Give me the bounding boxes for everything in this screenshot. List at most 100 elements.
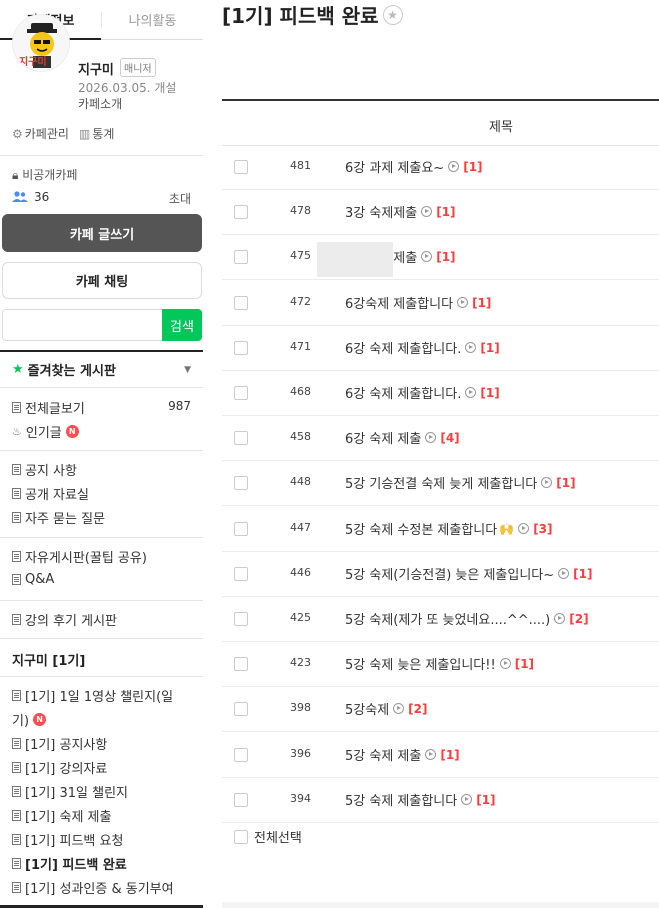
table-row[interactable]: 481 6강 과제 제출요~ [1]	[222, 145, 659, 190]
comment-count[interactable]: [1]	[436, 250, 455, 264]
menu-group-homework[interactable]: [1기] 숙제 제출	[12, 806, 111, 825]
menu-reviews[interactable]: 강의 후기 게시판	[12, 610, 117, 629]
table-row[interactable]: 4755강 숙제제출[1]	[222, 235, 659, 280]
post-title-link[interactable]: 5강숙제 [2]	[345, 699, 427, 719]
post-title-link[interactable]: 6강 과제 제출요~ [1]	[345, 157, 483, 177]
post-title[interactable]: 6강숙제 제출합니다	[345, 293, 453, 312]
table-row[interactable]: 425 5강 숙제(제가 또 늦었네요....^^....) [2]	[222, 597, 659, 642]
table-row[interactable]: 448 5강 기승전결 숙제 늦게 제출합니다 [1]	[222, 461, 659, 506]
comment-count[interactable]: [1]	[573, 567, 592, 581]
menu-group-31day[interactable]: [1기] 31일 챌린지	[12, 782, 128, 801]
row-checkbox[interactable]	[234, 296, 248, 310]
table-row[interactable]: 478 3강 숙제제출 [1]	[222, 190, 659, 235]
row-checkbox[interactable]	[234, 657, 248, 671]
menu-challenge-cont[interactable]: 기) N	[12, 710, 47, 729]
post-title-link[interactable]: 5강 숙제 제출합니다 [1]	[345, 790, 496, 810]
menu-group-notice[interactable]: [1기] 공지사항	[12, 734, 107, 753]
post-title-link[interactable]: 5강 숙제 늦은 제출입니다!! [1]	[345, 654, 534, 674]
post-title[interactable]: 5강 숙제 제출	[345, 745, 421, 764]
menu-popular[interactable]: ♨ 인기글 N	[12, 422, 79, 441]
post-title[interactable]: 6강 숙제 제출합니다.	[345, 338, 461, 357]
menu-free-board[interactable]: 자유게시판(꿀팁 공유)	[12, 547, 147, 566]
member-count[interactable]: 36	[12, 190, 49, 204]
write-post-button[interactable]: 카페 글쓰기	[2, 214, 202, 252]
table-row[interactable]: 447 5강 숙제 수정본 제출합니다 🙌 [3]	[222, 507, 659, 552]
profile-nickname[interactable]: 지구미	[78, 59, 114, 78]
post-title-link[interactable]: 5강 숙제 제출 [1]	[345, 745, 460, 765]
row-checkbox[interactable]	[234, 748, 248, 762]
table-row[interactable]: 423 5강 숙제 늦은 제출입니다!! [1]	[222, 642, 659, 687]
comment-count[interactable]: [1]	[515, 657, 534, 671]
menu-qna[interactable]: Q&A	[12, 572, 54, 587]
table-row[interactable]: 472 6강숙제 제출합니다 [1]	[222, 281, 659, 326]
row-checkbox[interactable]	[234, 160, 248, 174]
post-title-link[interactable]: 5강 숙제(기승전결) 늦은 제출입니다~ [1]	[345, 564, 592, 584]
cafe-intro-link[interactable]: 카페소개	[78, 95, 122, 112]
post-title[interactable]: 6강 숙제 제출합니다.	[345, 383, 461, 402]
menu-notice[interactable]: 공지 사항	[12, 460, 77, 479]
row-checkbox[interactable]	[234, 341, 248, 355]
comment-count[interactable]: [1]	[472, 296, 491, 310]
post-title-link[interactable]: 5강 기승전결 숙제 늦게 제출합니다 [1]	[345, 473, 576, 493]
row-checkbox[interactable]	[234, 522, 248, 536]
stats-link[interactable]: ▥ 통계	[79, 125, 114, 142]
favorites-header[interactable]: ★ 즐겨찾는 게시판 ▼	[0, 350, 203, 388]
post-title-link[interactable]: 3강 숙제제출 [1]	[345, 202, 456, 222]
post-title-link[interactable]: 6강 숙제 제출 [4]	[345, 428, 460, 448]
post-title[interactable]: 6강 과제 제출요~	[345, 157, 444, 176]
post-title[interactable]: 5강숙제	[345, 699, 389, 718]
comment-count[interactable]: [2]	[569, 612, 588, 626]
comment-count[interactable]: [1]	[440, 748, 459, 762]
row-checkbox[interactable]	[234, 567, 248, 581]
tab-my-activity[interactable]: 나의활동	[102, 0, 203, 39]
select-all[interactable]: 전체선택	[234, 827, 302, 846]
post-title[interactable]: 5강 숙제 제출합니다	[345, 790, 457, 809]
row-checkbox[interactable]	[234, 702, 248, 716]
row-checkbox[interactable]	[234, 476, 248, 490]
table-row[interactable]: 396 5강 숙제 제출 [1]	[222, 733, 659, 778]
row-checkbox[interactable]	[234, 431, 248, 445]
menu-group-materials[interactable]: [1기] 강의자료	[12, 758, 107, 777]
post-title-link[interactable]: 6강 숙제 제출합니다. [1]	[345, 338, 500, 358]
post-title[interactable]: 5강 숙제(기승전결) 늦은 제출입니다~	[345, 564, 554, 583]
search-input[interactable]	[2, 309, 163, 341]
row-checkbox[interactable]	[234, 793, 248, 807]
row-checkbox[interactable]	[234, 205, 248, 219]
table-row[interactable]: 394 5강 숙제 제출합니다 [1]	[222, 778, 659, 823]
menu-faq[interactable]: 자주 묻는 질문	[12, 508, 105, 527]
invite-link[interactable]: 초대	[169, 190, 191, 207]
post-title-link[interactable]: 6강숙제 제출합니다 [1]	[345, 293, 491, 313]
menu-group-feedback-done[interactable]: [1기] 피드백 완료	[12, 854, 127, 873]
table-row[interactable]: 446 5강 숙제(기승전결) 늦은 제출입니다~ [1]	[222, 552, 659, 597]
comment-count[interactable]: [2]	[408, 702, 427, 716]
menu-all-posts[interactable]: 전체글보기	[12, 398, 85, 417]
menu-public-resources[interactable]: 공개 자료실	[12, 484, 89, 503]
comment-count[interactable]: [4]	[440, 431, 459, 445]
post-title[interactable]: 3강 숙제제출	[345, 202, 417, 221]
comment-count[interactable]: [1]	[480, 386, 499, 400]
row-checkbox[interactable]	[234, 250, 248, 264]
table-row[interactable]: 471 6강 숙제 제출합니다. [1]	[222, 326, 659, 371]
avatar[interactable]: 지구미 ⚙	[12, 14, 70, 72]
post-title[interactable]: 5강 숙제 늦은 제출입니다!!	[345, 654, 496, 673]
comment-count[interactable]: [3]	[533, 522, 552, 536]
menu-group-feedback-request[interactable]: [1기] 피드백 요청	[12, 830, 123, 849]
post-title-link[interactable]: 6강 숙제 제출합니다. [1]	[345, 383, 500, 403]
comment-count[interactable]: [1]	[556, 476, 575, 490]
post-title[interactable]: 6강 숙제 제출	[345, 428, 421, 447]
table-row[interactable]: 398 5강숙제 [2]	[222, 687, 659, 732]
comment-count[interactable]: [1]	[476, 793, 495, 807]
table-row[interactable]: 468 6강 숙제 제출합니다. [1]	[222, 371, 659, 416]
comment-count[interactable]: [1]	[480, 341, 499, 355]
post-title[interactable]: 5강 기승전결 숙제 늦게 제출합니다	[345, 473, 537, 492]
comment-count[interactable]: [1]	[436, 205, 455, 219]
post-title-link[interactable]: 5강 숙제 수정본 제출합니다 🙌 [3]	[345, 519, 553, 539]
post-title-link[interactable]: 5강 숙제(제가 또 늦었네요....^^....) [2]	[345, 609, 589, 629]
cafe-chat-button[interactable]: 카페 채팅	[2, 262, 202, 299]
menu-challenge[interactable]: [1기] 1일 1영상 챌린지(일	[12, 686, 173, 705]
menu-group-motivation[interactable]: [1기] 성과인증 & 동기부여	[12, 878, 174, 897]
row-checkbox[interactable]	[234, 612, 248, 626]
row-checkbox[interactable]	[234, 386, 248, 400]
select-all-checkbox[interactable]	[234, 829, 248, 844]
post-title[interactable]: 5강 숙제(제가 또 늦었네요....^^....)	[345, 609, 550, 628]
